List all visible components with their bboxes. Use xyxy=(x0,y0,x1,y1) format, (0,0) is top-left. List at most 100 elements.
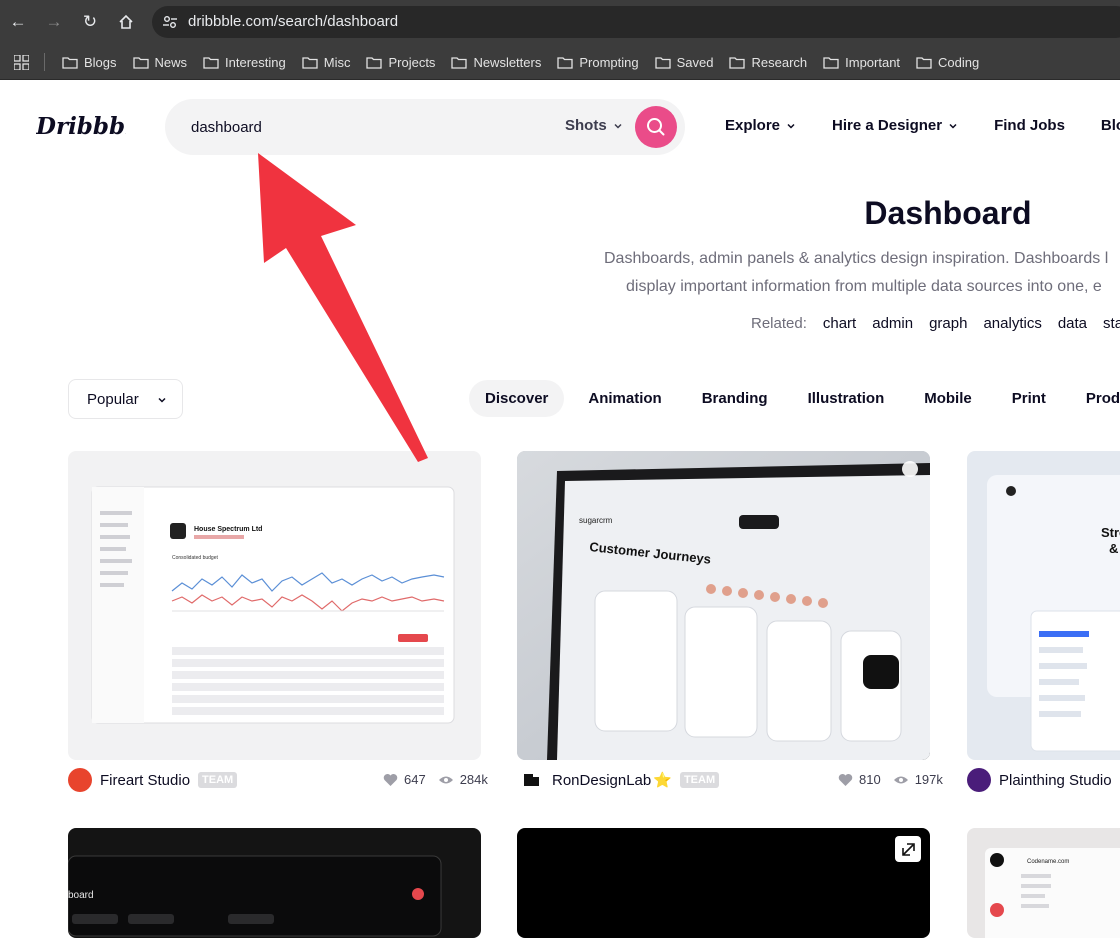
nav-hire-label: Hire a Designer xyxy=(832,117,943,134)
folder-icon xyxy=(823,56,839,69)
tab-branding[interactable]: Branding xyxy=(686,380,784,417)
bookmark-misc[interactable]: Misc xyxy=(302,54,351,70)
sort-dropdown[interactable]: Popular xyxy=(68,379,183,419)
bookmark-label: News xyxy=(154,54,188,70)
related-tag-stat[interactable]: stat xyxy=(1103,315,1120,332)
svg-text:& Proj: & Proj xyxy=(1109,541,1120,556)
shot-thumbnail[interactable]: Codename.com xyxy=(967,828,1120,938)
bookmark-research[interactable]: Research xyxy=(729,55,807,70)
eye-icon xyxy=(438,776,453,783)
home-icon[interactable] xyxy=(114,10,138,34)
shot-thumbnail[interactable] xyxy=(517,828,930,938)
svg-text:Stream: Stream xyxy=(1101,525,1120,540)
shot-preview-image: board xyxy=(68,855,442,937)
shot-author[interactable]: Plainthing Studio xyxy=(967,768,1112,792)
bookmark-label: Coding xyxy=(938,54,980,70)
folder-icon xyxy=(654,56,671,69)
svg-text:House Spectrum Ltd: House Spectrum Ltd xyxy=(194,526,262,533)
shot-preview-image: House Spectrum Ltd Consolidated budget xyxy=(91,486,455,724)
search-input[interactable] xyxy=(191,115,551,139)
related-tag-graph[interactable]: graph xyxy=(929,315,967,332)
nav-hire-designer[interactable]: Hire a Designer xyxy=(832,117,958,134)
bookmark-label: Interesting xyxy=(225,54,286,70)
shot-author[interactable]: RonDesignLab ⭐ TEAM xyxy=(520,768,720,792)
folder-icon xyxy=(451,56,468,69)
shot-stats: 810 197k xyxy=(838,772,943,787)
related-tag-analytics[interactable]: analytics xyxy=(983,315,1041,332)
folder-icon xyxy=(203,56,219,69)
page-description-line1: Dashboards, admin panels & analytics des… xyxy=(604,250,1109,267)
heart-icon[interactable] xyxy=(838,773,853,787)
shot-author[interactable]: Fireart Studio TEAM xyxy=(68,768,238,792)
tab-product[interactable]: Product xyxy=(1070,380,1120,417)
bookmark-newsletters[interactable]: Newsletters xyxy=(451,55,541,70)
sort-label: Popular xyxy=(87,391,139,408)
shot-thumbnail[interactable]: sugarcrm Customer Journeys xyxy=(517,451,930,760)
related-tags: Related: chart admin graph analytics data sta… xyxy=(751,315,1120,332)
bookmark-label: Misc xyxy=(323,54,351,70)
shot-preview-image xyxy=(895,836,921,862)
author-name: RonDesignLab xyxy=(552,771,652,789)
tab-mobile[interactable]: Mobile xyxy=(908,380,988,417)
folder-icon xyxy=(302,56,318,69)
bookmark-coding[interactable]: Coding xyxy=(916,55,979,70)
heart-icon[interactable] xyxy=(383,773,398,787)
tab-illustration[interactable]: Illustration xyxy=(792,380,901,417)
shot-preview-image: Codename.com xyxy=(985,848,1120,938)
team-badge: TEAM xyxy=(198,772,238,788)
browser-toolbar: ← → ↻ dribbble.com/search/dashboard xyxy=(0,0,1120,44)
shot-thumbnail[interactable]: Stream & Proj xyxy=(967,451,1120,760)
bookmark-label: Newsletters xyxy=(473,54,542,70)
bookmark-saved[interactable]: Saved xyxy=(654,54,714,70)
shot-thumbnail[interactable]: board xyxy=(68,828,481,938)
folder-icon xyxy=(729,56,746,69)
related-label: Related: xyxy=(751,315,807,332)
forward-icon[interactable]: → xyxy=(42,10,66,34)
view-count: 197k xyxy=(914,772,943,787)
avatar xyxy=(68,768,92,792)
apps-grid-icon[interactable] xyxy=(14,55,29,70)
related-tag-chart[interactable]: chart xyxy=(823,315,856,332)
bookmark-divider xyxy=(44,53,45,71)
nav-find-jobs[interactable]: Find Jobs xyxy=(994,117,1065,134)
related-tag-data[interactable]: data xyxy=(1058,315,1087,332)
author-name: Fireart Studio xyxy=(100,771,191,789)
bookmark-news[interactable]: News xyxy=(132,54,188,70)
nav-explore-label: Explore xyxy=(725,117,781,134)
team-badge: TEAM xyxy=(679,772,720,788)
bookmark-projects[interactable]: Projects xyxy=(366,55,435,70)
folder-icon xyxy=(916,56,932,69)
nav-blog[interactable]: Blog xyxy=(1101,117,1120,134)
tab-animation[interactable]: Animation xyxy=(572,380,677,417)
bookmark-blogs[interactable]: Blogs xyxy=(62,55,117,70)
search-scope-label: Shots xyxy=(565,117,607,134)
svg-text:board: board xyxy=(68,890,94,901)
bookmark-prompting[interactable]: Prompting xyxy=(557,55,639,70)
back-icon[interactable]: ← xyxy=(6,10,30,34)
svg-text:sugarcrm: sugarcrm xyxy=(579,516,613,525)
url-text: dribbble.com/search/dashboard xyxy=(188,13,399,30)
tab-discover[interactable]: Discover xyxy=(469,380,565,417)
bookmark-important[interactable]: Important xyxy=(823,55,900,70)
bookmarks-bar: Blogs News Interesting Misc Projects Newslett… xyxy=(0,44,1120,80)
star-badge: ⭐ xyxy=(653,772,672,789)
view-count: 284k xyxy=(459,772,488,787)
nav-explore[interactable]: Explore xyxy=(725,117,796,134)
bookmark-label: Research xyxy=(751,54,808,70)
address-bar[interactable]: dribbble.com/search/dashboard xyxy=(152,6,1120,38)
dribbble-logo[interactable]: Dribbble xyxy=(36,110,126,142)
reload-icon[interactable]: ↻ xyxy=(78,10,102,34)
chevron-down-icon xyxy=(787,123,795,129)
search-scope-dropdown[interactable]: Shots xyxy=(565,117,623,134)
site-settings-icon[interactable] xyxy=(162,14,178,30)
svg-text:Consolidated budget: Consolidated budget xyxy=(172,555,218,561)
related-tag-admin[interactable]: admin xyxy=(872,315,913,332)
tab-print[interactable]: Print xyxy=(996,380,1062,417)
bookmark-interesting[interactable]: Interesting xyxy=(203,55,286,70)
page-description-line2: display important information from multi… xyxy=(626,278,1102,295)
page-title: Dashboard xyxy=(864,195,1032,231)
search-submit-button[interactable] xyxy=(635,106,677,148)
shot-preview-image: Stream & Proj xyxy=(987,475,1120,752)
bookmark-label: Saved xyxy=(676,54,714,70)
shot-thumbnail[interactable]: House Spectrum Ltd Consolidated budget xyxy=(68,451,481,760)
